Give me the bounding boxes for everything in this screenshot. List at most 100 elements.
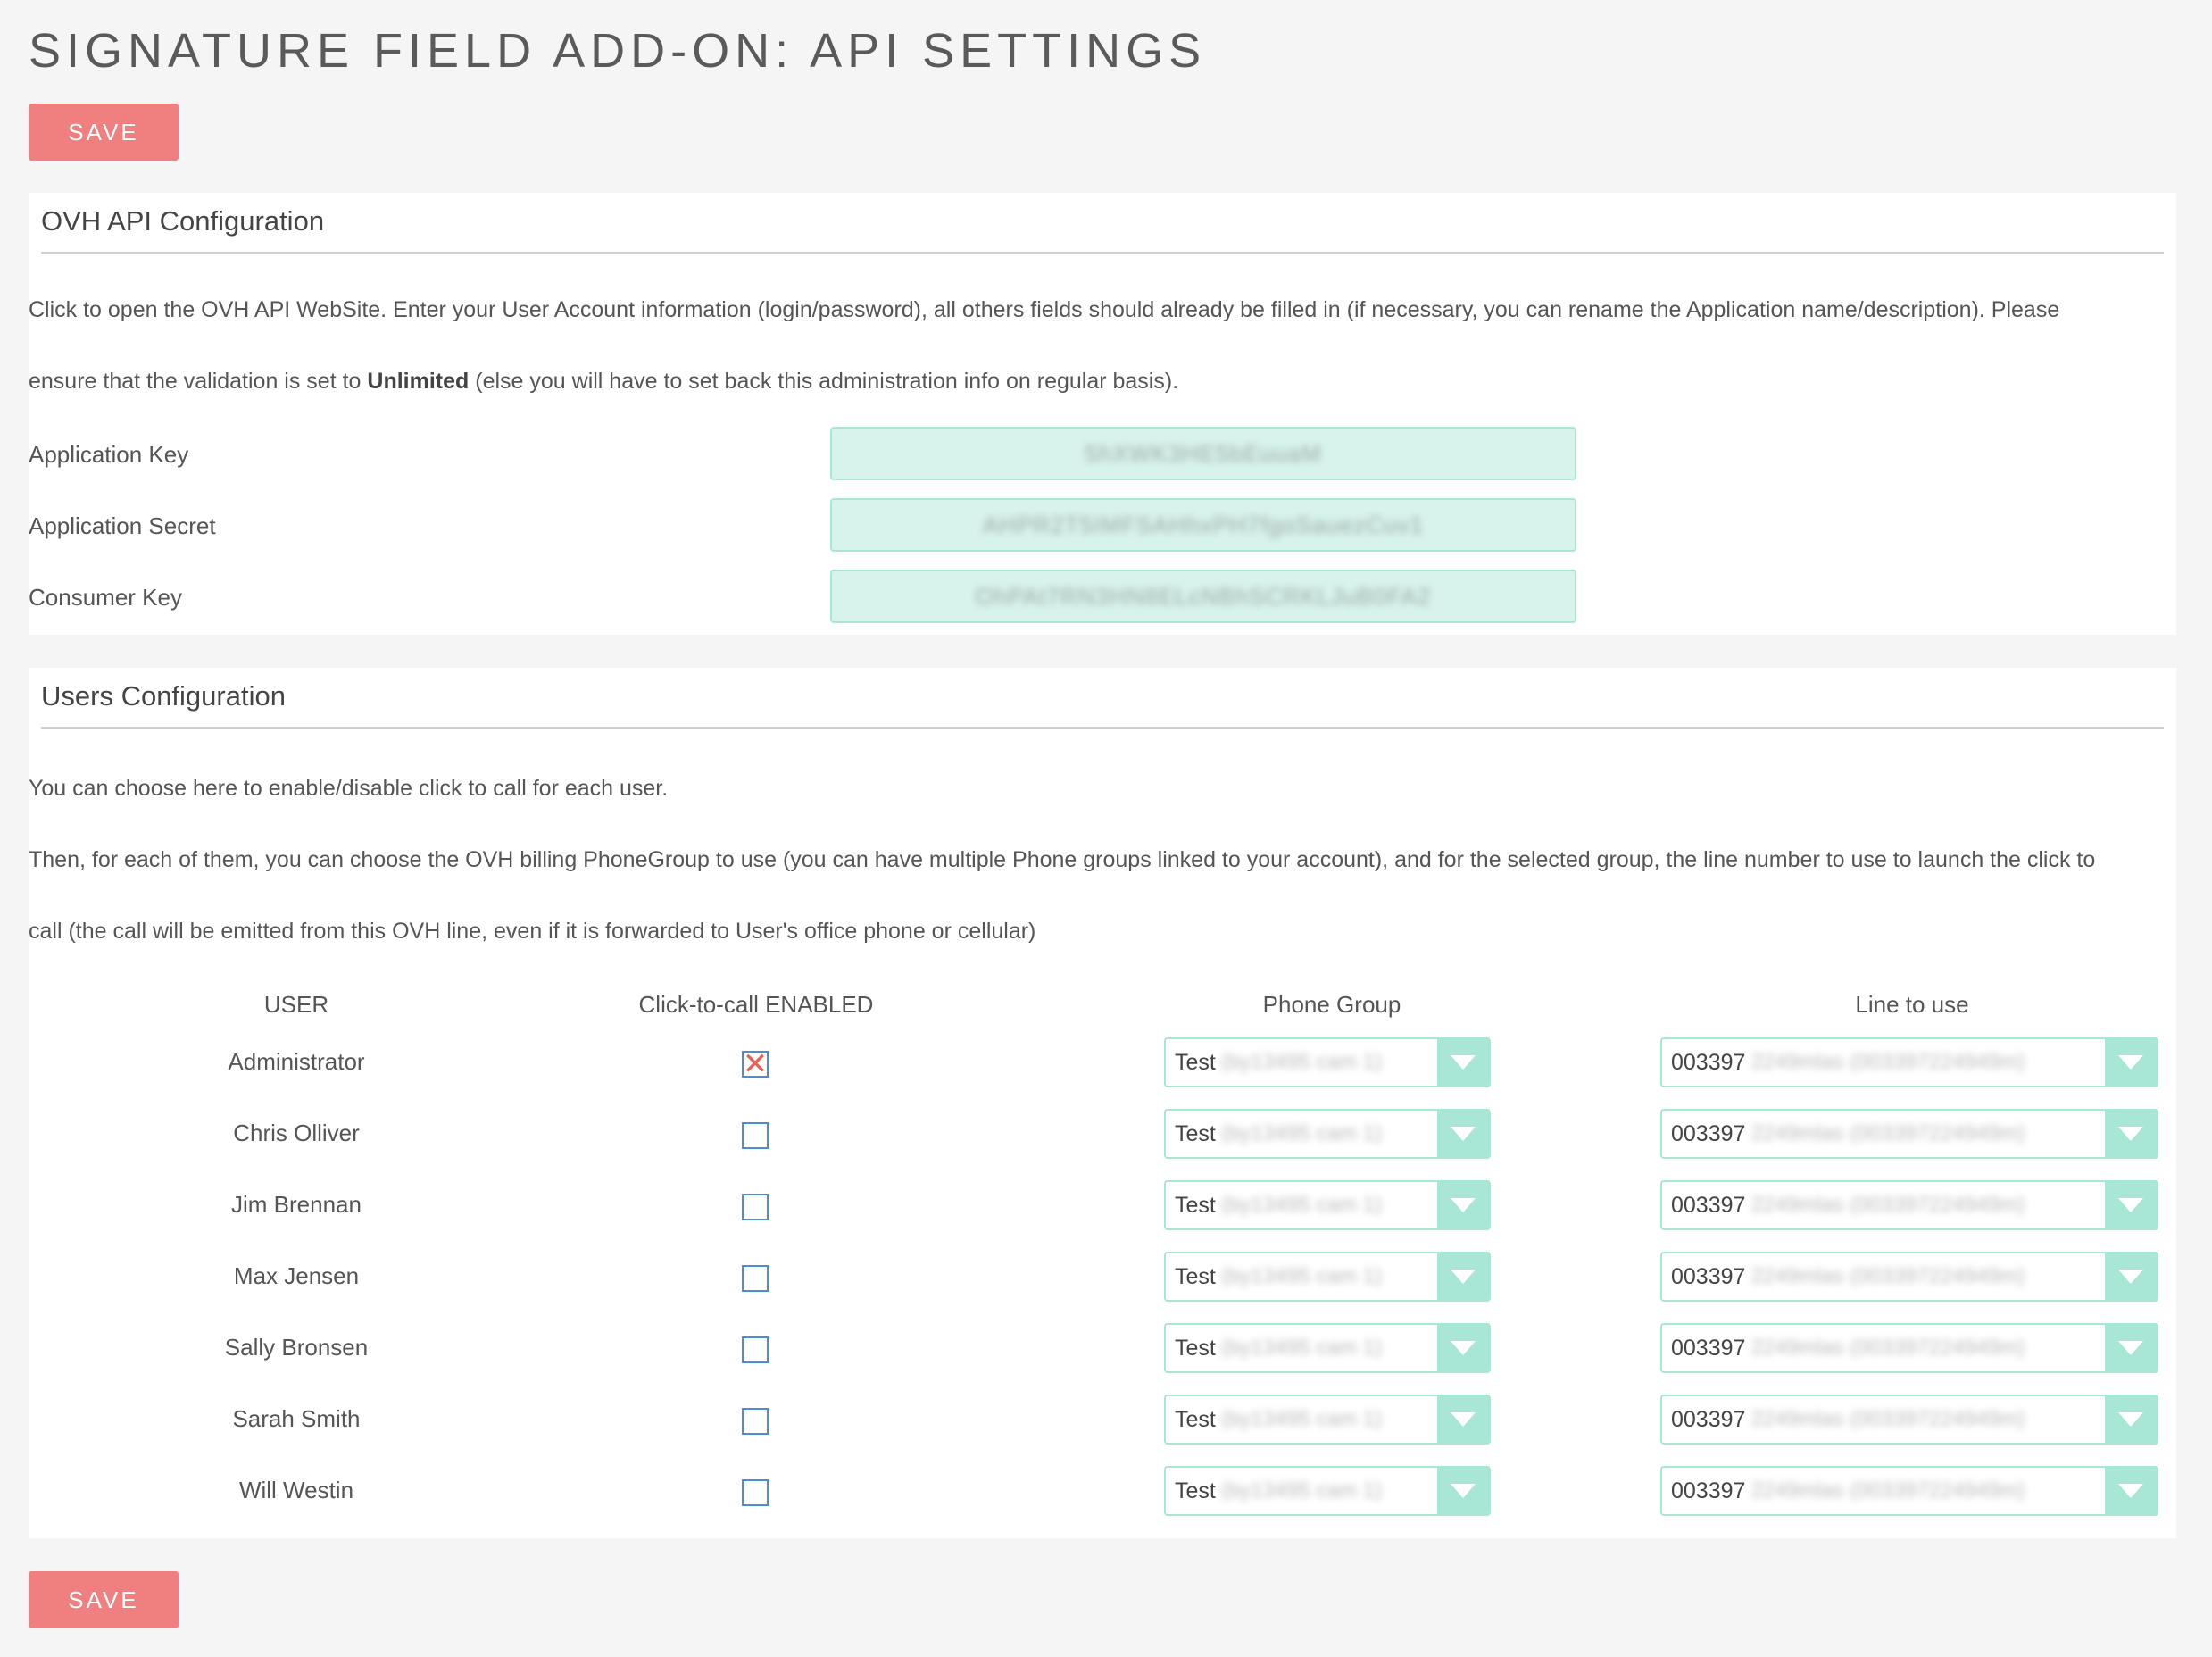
chevron-down-icon[interactable]	[2105, 1396, 2157, 1443]
chevron-down-icon[interactable]	[1437, 1468, 1489, 1514]
phone-group-select[interactable]: Test (by13495 cam 1)	[1164, 1466, 1491, 1516]
click-to-call-checkbox[interactable]	[742, 1408, 769, 1435]
phone-group-select[interactable]: Test (by13495 cam 1)	[1164, 1109, 1491, 1159]
phone-group-hidden-value: (by13495 cam 1)	[1220, 1193, 1382, 1217]
line-hidden-value: 2249mlas (003397224949m)	[1750, 1478, 2025, 1503]
user-name: Jim Brennan	[231, 1191, 362, 1218]
column-header-user: USER	[263, 991, 329, 1018]
click-to-call-checkbox[interactable]	[742, 1122, 769, 1149]
line-value: 003397	[1671, 1478, 1746, 1503]
column-header-enabled: Click-to-call ENABLED	[638, 991, 874, 1018]
phone-group-value: Test	[1175, 1478, 1216, 1503]
chevron-down-icon[interactable]	[1437, 1182, 1489, 1228]
users-config-panel: Users Configuration You can choose here …	[29, 668, 2176, 1538]
line-hidden-value: 2249mlas (003397224949m)	[1750, 1121, 2025, 1145]
chevron-down-icon[interactable]	[1437, 1039, 1489, 1086]
application-key-label: Application Key	[29, 441, 189, 468]
user-name: Chris Olliver	[233, 1120, 360, 1146]
chevron-down-icon[interactable]	[2105, 1182, 2157, 1228]
line-hidden-value: 2249mlas (003397224949m)	[1750, 1050, 2025, 1074]
consumer-key-value: OhPAt7RN3HN8ELcNBhSCRKLJuB0FA2	[975, 582, 1432, 610]
chevron-down-icon[interactable]	[1437, 1111, 1489, 1157]
click-to-call-checkbox[interactable]: ✕	[742, 1047, 769, 1081]
line-select[interactable]: 003397 2249mlas (003397224949m)	[1660, 1395, 2158, 1445]
phone-group-select[interactable]: Test (by13495 cam 1)	[1164, 1180, 1491, 1230]
user-name: Will Westin	[238, 1477, 354, 1503]
phone-group-select[interactable]: Test (by13495 cam 1)	[1164, 1037, 1491, 1087]
application-secret-label: Application Secret	[29, 512, 216, 539]
save-button-top[interactable]: SAVE	[29, 104, 179, 161]
line-hidden-value: 2249mlas (003397224949m)	[1750, 1193, 2025, 1217]
line-select[interactable]: 003397 2249mlas (003397224949m)	[1660, 1180, 2158, 1230]
column-header-phone-group: Phone Group	[1262, 991, 1401, 1018]
users-config-heading: Users Configuration	[41, 668, 2164, 729]
user-name: Administrator	[228, 1048, 365, 1075]
phone-group-select[interactable]: Test (by13495 cam 1)	[1164, 1395, 1491, 1445]
users-config-description-line1: You can choose here to enable/disable cl…	[29, 776, 669, 801]
api-config-description-line2: ensure that the validation is set to Unl…	[29, 369, 1178, 395]
line-value: 003397	[1671, 1406, 1746, 1432]
consumer-key-label: Consumer Key	[29, 584, 182, 611]
phone-group-hidden-value: (by13495 cam 1)	[1220, 1264, 1382, 1288]
column-header-line: Line to use	[1855, 991, 1969, 1018]
phone-group-value: Test	[1175, 1120, 1216, 1146]
line-value: 003397	[1671, 1335, 1746, 1361]
phone-group-select[interactable]: Test (by13495 cam 1)	[1164, 1252, 1491, 1302]
click-to-call-checkbox[interactable]	[742, 1336, 769, 1363]
phone-group-hidden-value: (by13495 cam 1)	[1220, 1478, 1382, 1503]
line-select[interactable]: 003397 2249mlas (003397224949m)	[1660, 1109, 2158, 1159]
user-name: Sarah Smith	[232, 1405, 361, 1432]
api-desc-text: ensure that the validation is set to	[29, 369, 368, 394]
line-value: 003397	[1671, 1049, 1746, 1075]
api-config-panel: OVH API Configuration Click to open the …	[29, 193, 2176, 635]
user-name: Sally Bronsen	[224, 1334, 369, 1361]
application-key-input[interactable]: 5hXWK3HE5bEuuaM	[830, 427, 1576, 480]
phone-group-value: Test	[1175, 1406, 1216, 1432]
phone-group-hidden-value: (by13495 cam 1)	[1220, 1121, 1382, 1145]
line-hidden-value: 2249mlas (003397224949m)	[1750, 1264, 2025, 1288]
users-config-description-line2: Then, for each of them, you can choose t…	[29, 847, 2096, 872]
chevron-down-icon[interactable]	[1437, 1396, 1489, 1443]
chevron-down-icon[interactable]	[2105, 1253, 2157, 1300]
line-select[interactable]: 003397 2249mlas (003397224949m)	[1660, 1252, 2158, 1302]
settings-page: Signature Field Add-On: API Settings SAV…	[0, 0, 2212, 1657]
phone-group-hidden-value: (by13495 cam 1)	[1220, 1336, 1382, 1360]
api-desc-text-end: (else you will have to set back this adm…	[469, 369, 1179, 394]
chevron-down-icon[interactable]	[1437, 1253, 1489, 1300]
api-config-description-line1: Click to open the OVH API WebSite. Enter…	[29, 297, 2060, 322]
line-select[interactable]: 003397 2249mlas (003397224949m)	[1660, 1323, 2158, 1373]
consumer-key-input[interactable]: OhPAt7RN3HN8ELcNBhSCRKLJuB0FA2	[830, 570, 1576, 623]
line-hidden-value: 2249mlas (003397224949m)	[1750, 1336, 2025, 1360]
line-value: 003397	[1671, 1263, 1746, 1289]
phone-group-hidden-value: (by13495 cam 1)	[1220, 1407, 1382, 1431]
click-to-call-checkbox[interactable]	[742, 1479, 769, 1506]
checked-x-icon: ✕	[742, 1047, 769, 1081]
chevron-down-icon[interactable]	[2105, 1325, 2157, 1371]
phone-group-value: Test	[1175, 1192, 1216, 1218]
page-title: Signature Field Add-On: API Settings	[29, 24, 1207, 78]
line-value: 003397	[1671, 1120, 1746, 1146]
api-config-heading: OVH API Configuration	[41, 193, 2164, 254]
user-name: Max Jensen	[233, 1262, 360, 1289]
chevron-down-icon[interactable]	[1437, 1325, 1489, 1371]
line-select[interactable]: 003397 2249mlas (003397224949m)	[1660, 1037, 2158, 1087]
phone-group-hidden-value: (by13495 cam 1)	[1220, 1050, 1382, 1074]
save-button-bottom[interactable]: SAVE	[29, 1571, 179, 1628]
click-to-call-checkbox[interactable]	[742, 1194, 769, 1220]
phone-group-value: Test	[1175, 1263, 1216, 1289]
phone-group-value: Test	[1175, 1049, 1216, 1075]
unlimited-emphasis: Unlimited	[367, 369, 470, 394]
line-value: 003397	[1671, 1192, 1746, 1218]
phone-group-value: Test	[1175, 1335, 1216, 1361]
chevron-down-icon[interactable]	[2105, 1111, 2157, 1157]
application-secret-input[interactable]: AHPR2T5IMFSAHhxPH7fgoSauezCuv1	[830, 498, 1576, 552]
line-select[interactable]: 003397 2249mlas (003397224949m)	[1660, 1466, 2158, 1516]
application-secret-value: AHPR2T5IMFSAHhxPH7fgoSauezCuv1	[983, 511, 1424, 538]
users-config-description-line3: call (the call will be emitted from this…	[29, 919, 1036, 944]
phone-group-select[interactable]: Test (by13495 cam 1)	[1164, 1323, 1491, 1373]
line-hidden-value: 2249mlas (003397224949m)	[1750, 1407, 2025, 1431]
application-key-value: 5hXWK3HE5bEuuaM	[1085, 439, 1322, 467]
chevron-down-icon[interactable]	[2105, 1039, 2157, 1086]
chevron-down-icon[interactable]	[2105, 1468, 2157, 1514]
click-to-call-checkbox[interactable]	[742, 1265, 769, 1292]
